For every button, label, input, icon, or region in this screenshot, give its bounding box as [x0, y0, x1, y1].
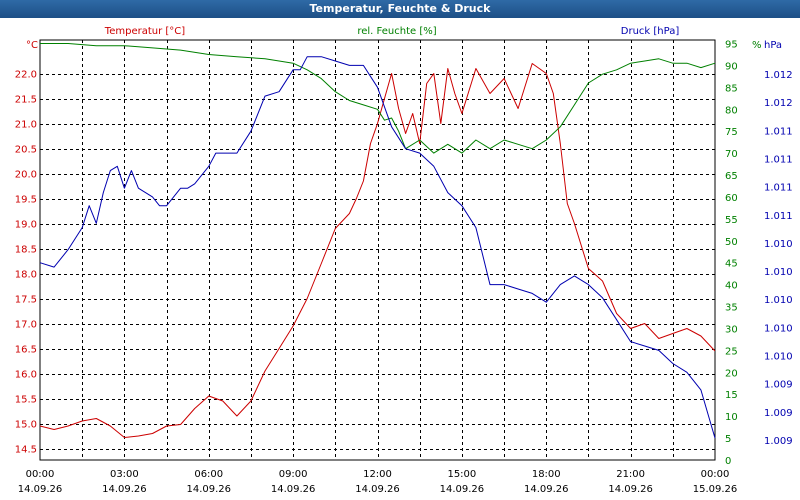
middle-tick-label: 55: [725, 215, 738, 226]
middle-tick-label: 40: [725, 281, 738, 292]
x-tick-date: 14.09.26: [102, 484, 147, 495]
right-tick-label: 1.010: [764, 239, 793, 250]
middle-tick-label: 60: [725, 193, 738, 204]
x-tick-time: 03:00: [110, 469, 139, 480]
middle-tick-label: 65: [725, 171, 738, 182]
right-tick-label: 1.009: [764, 380, 793, 391]
left-tick-label: 22.0: [15, 70, 37, 81]
left-tick-label: 18.0: [15, 270, 37, 281]
right-tick-label: 1.011: [764, 154, 793, 165]
x-tick-date: 14.09.26: [186, 484, 231, 495]
middle-tick-label: 10: [725, 412, 738, 423]
left-tick-label: 18.5: [15, 245, 37, 256]
x-tick-date: 14.09.26: [271, 484, 316, 495]
right-tick-label: 1.010: [764, 295, 793, 306]
x-tick-date: 15.09.26: [693, 484, 738, 495]
left-tick-label: 21.5: [15, 95, 37, 106]
middle-tick-label: 20: [725, 368, 738, 379]
middle-tick-label: 25: [725, 346, 738, 357]
right-tick-label: 1.009: [764, 436, 793, 447]
middle-tick-label: 75: [725, 127, 738, 138]
left-tick-label: 19.0: [15, 220, 37, 231]
middle-tick-label: 50: [725, 237, 738, 248]
left-tick-label: 16.5: [15, 345, 37, 356]
legend-temperature: Temperatur [°C]: [104, 26, 185, 37]
x-tick-time: 21:00: [616, 469, 645, 480]
middle-tick-label: 15: [725, 390, 738, 401]
left-tick-label: 20.5: [15, 145, 37, 156]
weather-chart: 22.0 21.5 21.0 20.5 20.0 19.5 19.0 18.5 18.0 17.5…: [0, 18, 800, 500]
middle-tick-label: 45: [725, 259, 738, 270]
x-tick-date: 14.09.26: [18, 484, 63, 495]
left-tick-label: 20.0: [15, 170, 37, 181]
middle-tick-label: 95: [725, 40, 738, 51]
left-tick-label: 19.5: [15, 195, 37, 206]
x-tick-time: 15:00: [447, 469, 476, 480]
right-tick-label: 1.011: [764, 126, 793, 137]
x-tick-time: 12:00: [363, 469, 392, 480]
left-tick-label: 16.0: [15, 370, 37, 381]
right-tick-label: 1.009: [764, 408, 793, 419]
middle-tick-label: 35: [725, 303, 738, 314]
x-tick-date: 14.09.26: [608, 484, 653, 495]
middle-tick-label: 70: [725, 149, 738, 160]
left-tick-label: 14.5: [15, 445, 37, 456]
middle-tick-label: 85: [725, 83, 738, 94]
left-tick-label: 21.0: [15, 120, 37, 131]
left-axis-unit: °C: [26, 40, 38, 51]
legend-humidity: rel. Feuchte [%]: [357, 26, 436, 37]
x-tick-time: 06:00: [194, 469, 223, 480]
right-tick-label: 1.010: [764, 352, 793, 363]
x-tick-time: 09:00: [279, 469, 308, 480]
right-tick-label: 1.012: [764, 98, 793, 109]
right-tick-label: 1.011: [764, 183, 793, 194]
x-tick-time: 00:00: [26, 469, 55, 480]
middle-tick-label: 0: [725, 456, 731, 467]
right-tick-label: 1.010: [764, 323, 793, 334]
left-tick-label: 15.5: [15, 395, 37, 406]
x-tick-time: 00:00: [701, 469, 730, 480]
left-tick-label: 17.5: [15, 295, 37, 306]
right-tick-label: 1.010: [764, 267, 793, 278]
right-tick-label: 1.012: [764, 70, 793, 81]
x-tick-date: 14.09.26: [524, 484, 569, 495]
legend-pressure: Druck [hPa]: [621, 26, 680, 37]
middle-tick-label: 30: [725, 324, 738, 335]
left-tick-label: 17.0: [15, 320, 37, 331]
x-tick-date: 14.09.26: [355, 484, 400, 495]
x-tick-time: 18:00: [532, 469, 561, 480]
middle-axis-unit: %: [752, 40, 762, 51]
x-tick-date: 14.09.26: [440, 484, 485, 495]
right-axis-unit: hPa: [764, 40, 782, 51]
window-title: Temperatur, Feuchte & Druck: [0, 0, 800, 18]
middle-tick-label: 80: [725, 105, 738, 116]
right-tick-label: 1.011: [764, 211, 793, 222]
left-tick-label: 15.0: [15, 420, 37, 431]
middle-tick-label: 5: [725, 434, 731, 445]
middle-tick-label: 90: [725, 61, 738, 72]
